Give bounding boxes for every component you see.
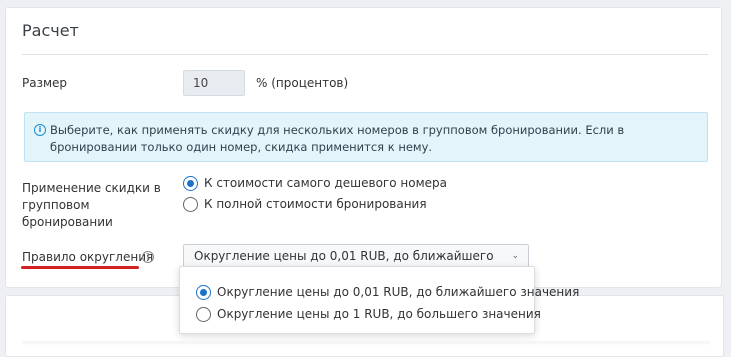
divider xyxy=(22,54,708,55)
card-title: Расчет xyxy=(22,21,79,40)
size-label: Размер xyxy=(22,76,68,90)
rounding-dropdown-menu: Округление цены до 0,01 RUB, до ближайше… xyxy=(179,266,579,334)
info-icon: i xyxy=(34,124,46,136)
info-banner: i Выберите, как применять скидку для нес… xyxy=(24,112,708,162)
size-input[interactable]: 10 xyxy=(183,70,245,96)
option-label: Округление цены до 0,01 RUB, до ближайше… xyxy=(217,285,580,299)
rounding-label: Правило округления xyxy=(22,250,154,264)
blurred-section-title xyxy=(22,310,27,329)
discount-application-label: Применение скидки в групповом бронирован… xyxy=(22,181,161,229)
calculation-card: Расчет Размер 10 % (процентов) i Выберит… xyxy=(5,7,722,288)
radio-button-checked[interactable] xyxy=(196,285,211,300)
divider xyxy=(22,342,710,343)
radio-label: К стоимости самого дешевого номера xyxy=(204,176,447,190)
chevron-down-icon: ⌄ xyxy=(511,251,519,261)
option-label: Округление цены до 1 RUB, до большего зн… xyxy=(217,307,541,321)
info-text: Выберите, как применять скидку для неско… xyxy=(50,123,625,154)
highlight-underline xyxy=(21,266,139,269)
size-unit: % (процентов) xyxy=(256,76,349,90)
radio-button-checked[interactable] xyxy=(183,176,198,191)
radio-button[interactable] xyxy=(183,197,198,212)
radio-button[interactable] xyxy=(196,307,211,322)
help-icon[interactable]: ? xyxy=(142,251,154,263)
radio-label: К полной стоимости бронирования xyxy=(204,197,427,211)
